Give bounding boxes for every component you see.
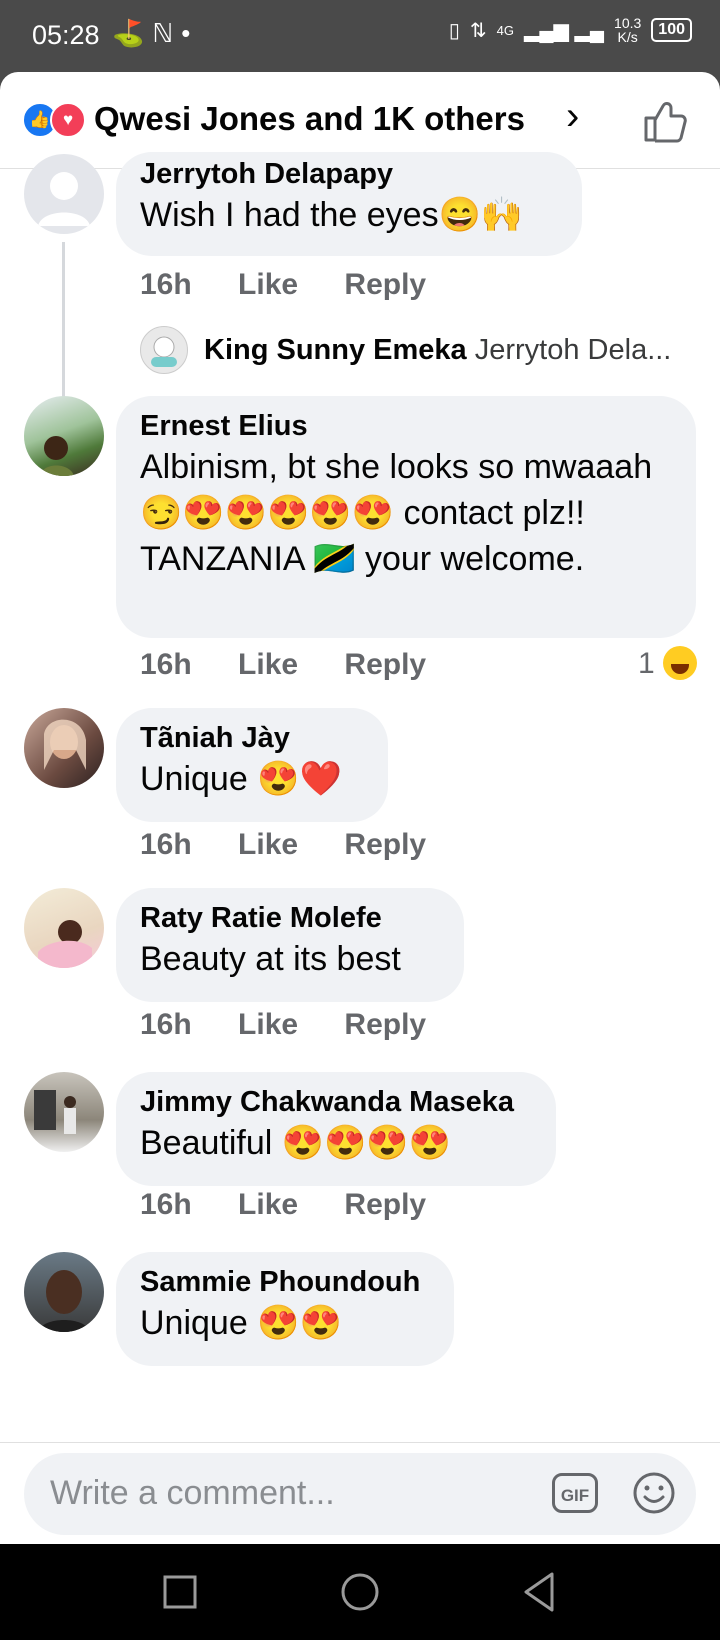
comment-composer: GIF [0,1442,720,1544]
comment-time: 16h [140,648,192,681]
comment-bubble[interactable]: Ernest Elius Albinism, bt she looks so m… [116,396,696,638]
comment-text: Unique 😍❤️ [140,760,342,798]
reply-button[interactable]: Reply [344,1188,426,1221]
speed-value: 10.3 [614,15,642,31]
chevron-right-icon[interactable]: › [566,94,579,139]
reply-button[interactable]: Reply [344,1008,426,1041]
like-button[interactable]: Like [238,1008,298,1041]
comment-author[interactable]: Sammie Phoundouh [140,1264,430,1300]
comment-bubble[interactable]: Tãniah Jày Unique 😍❤️ [116,708,388,822]
comments-sheet: 👍 ♥ Qwesi Jones and 1K others › Jerrytoh… [0,72,720,1544]
recent-apps-icon[interactable] [120,1544,240,1640]
network-type: 4G [496,22,514,38]
home-icon[interactable] [300,1544,420,1640]
avatar[interactable] [24,708,104,788]
comment-author[interactable]: Tãniah Jày [140,720,364,756]
comment-actions: 16h Like Reply [140,828,464,862]
like-button[interactable]: Like [238,828,298,861]
comment-bubble[interactable]: Sammie Phoundouh Unique 😍😍 [116,1252,454,1366]
comment-text: Wish I had the eyes😄🙌 [140,196,524,234]
comment-actions: 16h Like Reply [140,268,464,302]
comment-input[interactable] [48,1473,492,1514]
comment-bubble[interactable]: Jimmy Chakwanda Maseka Beautiful 😍😍😍😍 [116,1072,556,1186]
back-icon[interactable] [480,1544,600,1640]
comment-author[interactable]: Ernest Elius [140,408,672,444]
avatar[interactable] [24,1252,104,1332]
vibrate-icon: ▯ [448,19,460,42]
comment-reaction-count[interactable]: 1 [638,646,701,681]
emoji-icon[interactable] [632,1471,676,1515]
reply-snippet: Jerrytoh Dela... [474,334,672,366]
haha-icon [663,646,698,680]
reply-avatar[interactable] [140,326,188,374]
comment-actions: 16h Like Reply [140,1188,464,1222]
battery-icon: 100 [651,18,692,42]
reply-preview[interactable]: King Sunny Emeka Jerrytoh Dela... [204,334,671,367]
comment-box[interactable]: GIF [24,1453,696,1535]
reactions-summary[interactable]: Qwesi Jones and 1K others [94,100,525,138]
like-button[interactable]: Like [238,1188,298,1221]
comment-text: Beautiful 😍😍😍😍 [140,1124,452,1162]
reply-button[interactable]: Reply [344,648,426,681]
avatar[interactable] [24,396,104,476]
status-time: 05:28 [32,20,100,50]
like-button[interactable]: Like [238,648,298,681]
reaction-icons: 👍 ♥ [22,102,86,138]
comment-bubble[interactable]: Jerrytoh Delapapy Wish I had the eyes😄🙌 [116,152,582,256]
thumbs-up-icon[interactable] [642,98,688,144]
comment-text: Unique 😍😍 [140,1304,342,1342]
avatar[interactable] [24,1072,104,1152]
love-icon: ♥ [50,102,86,138]
comment-author[interactable]: Jimmy Chakwanda Maseka [140,1084,532,1120]
status-right: ▯ ⇅ 4G ▂▄▆ ▂▄ 10.3 K/s 100 [449,16,692,44]
dot-icon: • [181,18,199,48]
comment-time: 16h [140,1008,192,1041]
comment-actions: 16h Like Reply [140,648,464,682]
avatar[interactable] [24,154,104,234]
comment-time: 16h [140,828,192,861]
net-speed: 10.3 K/s [614,16,641,44]
comment-text: Beauty at its best [140,940,401,978]
signal-icon: ▂▄▆ ▂▄ [524,19,605,42]
reaction-count: 1 [638,647,655,680]
comment-actions: 16h Like Reply [140,1008,464,1042]
netflix-icon: ℕ [152,18,182,48]
comment-time: 16h [140,268,192,301]
notification-icons: ⛳ℕ• [112,18,198,49]
comment-author[interactable]: Raty Ratie Molefe [140,900,440,936]
reply-button[interactable]: Reply [344,828,426,861]
reply-button[interactable]: Reply [344,268,426,301]
like-button[interactable]: Like [238,268,298,301]
status-bar: 05:28 ⛳ℕ• ▯ ⇅ 4G ▂▄▆ ▂▄ 10.3 K/s 100 [0,0,720,72]
gif-button[interactable]: GIF [552,1473,598,1513]
system-nav-bar [0,1544,720,1640]
notification-icon: ⛳ [112,18,153,48]
comment-time: 16h [140,1188,192,1221]
data-arrows-icon: ⇅ [469,19,487,42]
comment-text: Albinism, bt she looks so mwaaah😏😍😍😍😍😍 c… [140,448,653,578]
comment-bubble[interactable]: Raty Ratie Molefe Beauty at its best [116,888,464,1002]
speed-unit: K/s [617,29,638,45]
comment-author[interactable]: Jerrytoh Delapapy [140,156,558,192]
avatar[interactable] [24,888,104,968]
reply-author[interactable]: King Sunny Emeka [204,334,467,366]
